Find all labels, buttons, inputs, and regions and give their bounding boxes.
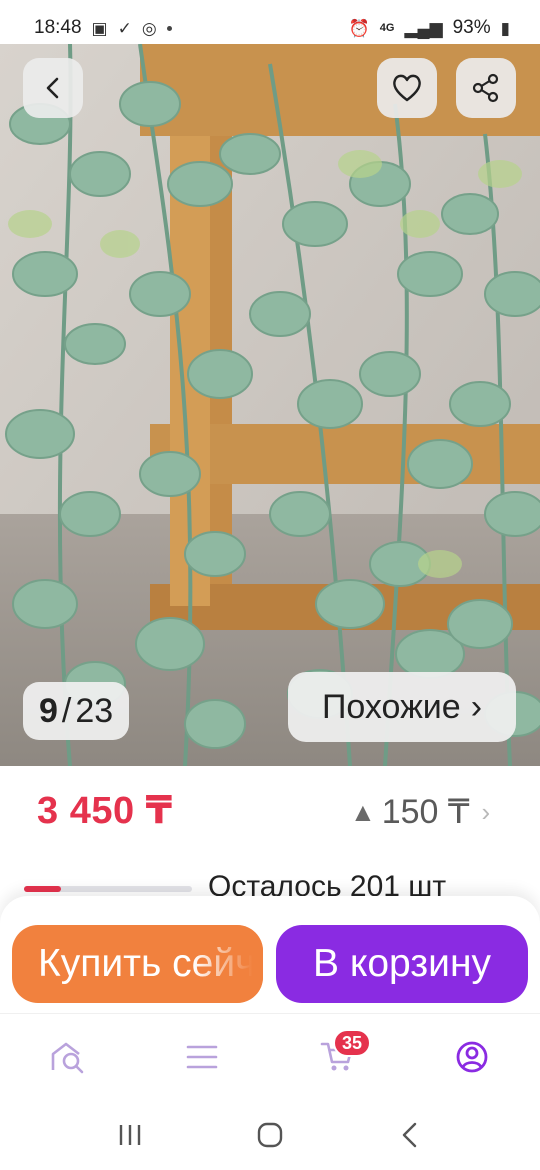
favorite-button[interactable] [377,58,437,118]
product-photo[interactable] [0,44,540,766]
stock-progress-bar [24,886,192,892]
bonus-chevron-icon: › [481,796,491,827]
signal-icon: ▂▄▆ [404,18,443,38]
buy-now-fade [193,925,263,1003]
bonus-triangle-icon: ▲ [350,796,376,827]
buy-now-button[interactable]: Купить сейчас [12,925,263,1003]
search-icon [51,1042,84,1074]
status-time: 18:48 [34,17,82,38]
battery-icon: ▮ [500,18,510,38]
add-to-cart-button[interactable]: В корзину [276,925,528,1003]
photo-separator: / [61,691,72,730]
more-notifications-icon [166,25,172,31]
tab-catalog[interactable] [174,1033,230,1081]
similar-products-button[interactable]: Похожие › [288,672,516,742]
stock-progress-fill [24,886,61,892]
photo-current: 9 [39,691,58,730]
home-icon [257,1122,283,1148]
tab-search[interactable] [41,1033,97,1081]
back-button[interactable] [23,58,83,118]
heart-icon [393,74,421,102]
alarm-icon: ⏰ [348,18,370,38]
product-price: 3 450 ₸ [37,790,173,832]
share-icon [472,73,499,103]
battery-level: 93% [452,17,491,38]
network-type: 4G [379,22,395,34]
photo-total: 23 [75,691,114,730]
share-button[interactable] [456,58,516,118]
tab-profile[interactable] [444,1033,500,1081]
bonus-value: 150 ₸ [381,793,470,831]
bonus-points[interactable]: ▲ 150 ₸ › [350,792,490,832]
nav-divider [0,1013,540,1014]
system-back-button[interactable] [390,1115,430,1155]
back-icon [46,77,59,99]
profile-icon [456,1041,488,1073]
catalog-icon [186,1045,218,1069]
instagram-notification-icon: ◎ [141,18,157,38]
app-notification-icon: ✓ [117,18,132,38]
home-button[interactable] [250,1115,290,1155]
recent-apps-icon [119,1125,141,1145]
similar-chevron-icon: › [470,687,483,726]
recent-apps-button[interactable] [110,1115,150,1155]
photo-counter: 9 / 23 [23,682,130,740]
similar-label: Похожие [321,687,461,726]
gallery-notification-icon: ▣ [91,18,108,38]
system-navigation-bar [0,1100,540,1170]
system-back-icon [402,1122,417,1148]
eucalyptus-photo-illustration [0,44,540,766]
cart-badge: 35 [333,1029,371,1057]
